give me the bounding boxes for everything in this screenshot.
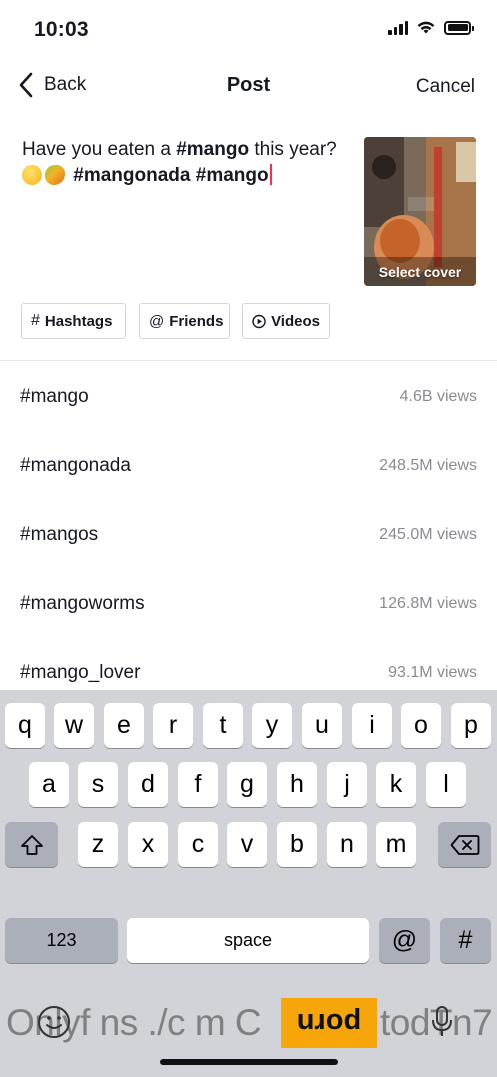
home-indicator (160, 1059, 338, 1065)
hashtags-chip[interactable]: # Hashtags (21, 303, 126, 339)
status-icons (388, 20, 474, 35)
hash-key[interactable]: # (440, 918, 491, 963)
hashtag-suggestion[interactable]: #mangos 245.0M views (0, 500, 497, 569)
backspace-icon (450, 834, 479, 855)
watermark-logo: porn (281, 998, 377, 1048)
video-cover-thumbnail[interactable]: Select cover (364, 137, 476, 286)
key-l[interactable]: l (426, 762, 466, 807)
key-n[interactable]: n (327, 822, 367, 867)
at-icon: @ (149, 312, 165, 330)
friends-chip[interactable]: @ Friends (139, 303, 230, 339)
videos-chip[interactable]: Videos (242, 303, 330, 339)
key-h[interactable]: h (277, 762, 317, 807)
key-g[interactable]: g (227, 762, 267, 807)
key-q[interactable]: q (5, 703, 45, 748)
key-d[interactable]: d (128, 762, 168, 807)
key-f[interactable]: f (178, 762, 218, 807)
caption-line-1: Have you eaten a #mango this year? (22, 139, 337, 160)
key-i[interactable]: i (352, 703, 392, 748)
smiling-face-emoji-icon (22, 165, 42, 185)
status-time: 10:03 (34, 18, 89, 41)
hashtag-suggestion[interactable]: #mango 4.6B views (0, 362, 497, 431)
key-j[interactable]: j (327, 762, 367, 807)
key-b[interactable]: b (277, 822, 317, 867)
caption-hashtag: #mango (176, 139, 250, 160)
key-v[interactable]: v (227, 822, 267, 867)
space-key[interactable]: space (127, 918, 369, 963)
text-cursor (269, 164, 272, 185)
shift-icon (20, 834, 43, 855)
key-k[interactable]: k (376, 762, 416, 807)
key-u[interactable]: u (302, 703, 342, 748)
key-o[interactable]: o (401, 703, 441, 748)
caption-hashtags: #mangonada #mango (73, 165, 269, 186)
play-circle-icon (252, 314, 266, 328)
wifi-icon (417, 21, 435, 34)
select-cover-label: Select cover (378, 264, 462, 280)
divider (0, 360, 497, 361)
caption-input[interactable]: Have you eaten a #mango this year? #mang… (22, 138, 352, 188)
key-c[interactable]: c (178, 822, 218, 867)
battery-icon (444, 20, 474, 35)
key-t[interactable]: t (203, 703, 243, 748)
key-x[interactable]: x (128, 822, 168, 867)
key-a[interactable]: a (29, 762, 69, 807)
numbers-key[interactable]: 123 (5, 918, 118, 963)
hashtag-suggestion[interactable]: #mangoworms 126.8M views (0, 569, 497, 638)
key-p[interactable]: p (451, 703, 491, 748)
delete-key[interactable] (438, 822, 491, 867)
hashtag-suggestion[interactable]: #mangonada 248.5M views (0, 431, 497, 500)
key-y[interactable]: y (252, 703, 292, 748)
key-m[interactable]: m (376, 822, 416, 867)
key-e[interactable]: e (104, 703, 144, 748)
shift-key[interactable] (5, 822, 58, 867)
microphone-icon[interactable] (430, 1005, 454, 1039)
cellular-signal-icon (388, 20, 408, 35)
emoji-keyboard-icon[interactable] (36, 1004, 72, 1040)
key-w[interactable]: w (54, 703, 94, 748)
cancel-button[interactable]: Cancel (416, 76, 475, 98)
key-r[interactable]: r (153, 703, 193, 748)
caption-line-2: #mangonada #mango (22, 164, 352, 188)
key-z[interactable]: z (78, 822, 118, 867)
post-screen: 10:03 Back Post Cancel Have you eaten a … (0, 0, 497, 1077)
at-key[interactable]: @ (379, 918, 430, 963)
key-s[interactable]: s (78, 762, 118, 807)
mango-emoji-icon (45, 165, 65, 185)
hash-icon: # (31, 312, 40, 329)
